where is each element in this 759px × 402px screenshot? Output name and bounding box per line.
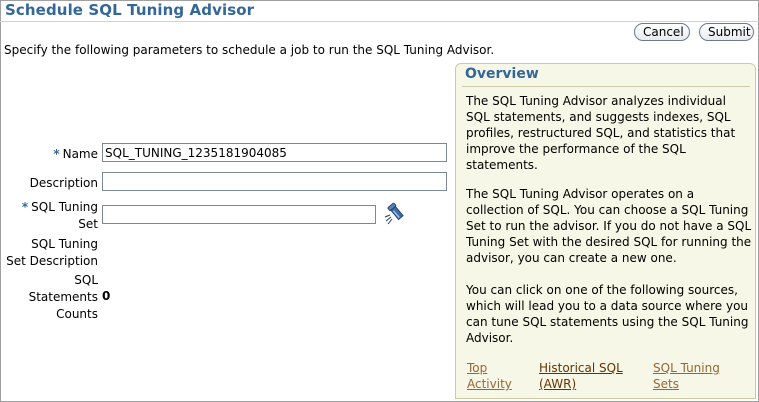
tuning-set-input[interactable]	[102, 205, 376, 224]
title-divider	[0, 21, 759, 22]
submit-button[interactable]: Submit	[699, 23, 754, 41]
tuning-set-label-line1: SQL Tuning	[31, 200, 98, 214]
statements-label-line2: Statements	[28, 290, 98, 304]
page-title: Schedule SQL Tuning Advisor	[5, 1, 255, 19]
statements-count-label: SQL Statements Counts	[20, 272, 98, 323]
overview-divider	[462, 86, 750, 87]
instruction-text: Specify the following parameters to sche…	[4, 43, 495, 57]
sql-tuning-sets-link-line1: SQL Tuning	[653, 361, 720, 375]
overview-title: Overview	[465, 66, 539, 82]
statements-count-value: 0	[102, 289, 111, 303]
historical-sql-link-line1: Historical SQL	[539, 361, 623, 375]
tuning-set-label: * SQL Tuning Set	[10, 199, 98, 233]
overview-paragraph-3: You can click on one of the following so…	[466, 283, 749, 345]
cancel-button[interactable]: Cancel	[634, 23, 690, 41]
flashlight-search-icon[interactable]	[384, 201, 410, 225]
sql-tuning-sets-link[interactable]: SQL Tuning Sets	[653, 360, 720, 392]
sql-tuning-sets-link-line2: Sets	[653, 377, 679, 391]
top-activity-link[interactable]: Top Activity	[467, 360, 512, 392]
tuning-set-description-label: SQL Tuning Set Description	[2, 236, 98, 270]
top-activity-link-line2: Activity	[467, 377, 512, 391]
required-marker: *	[53, 147, 60, 161]
statements-label-line1: SQL	[74, 273, 98, 287]
top-activity-link-line1: Top	[467, 361, 488, 375]
description-label: Description	[29, 176, 98, 190]
statements-label-line3: Counts	[56, 307, 98, 321]
historical-sql-link[interactable]: Historical SQL (AWR)	[539, 360, 623, 392]
overview-panel: Overview The SQL Tuning Advisor analyzes…	[455, 63, 756, 399]
name-label-text: Name	[62, 147, 98, 161]
overview-paragraph-1: The SQL Tuning Advisor analyzes individu…	[466, 94, 736, 172]
tuning-set-desc-label-line2: Set Description	[6, 254, 98, 268]
tuning-set-desc-label-line1: SQL Tuning	[31, 237, 98, 251]
name-input[interactable]	[102, 143, 447, 162]
tuning-set-label-line2: Set	[78, 217, 98, 231]
name-label: * Name	[40, 146, 98, 163]
overview-paragraph-2: The SQL Tuning Advisor operates on a col…	[466, 187, 752, 265]
historical-sql-link-line2: (AWR)	[539, 377, 577, 391]
description-input[interactable]	[102, 172, 447, 191]
required-marker: *	[21, 200, 29, 214]
